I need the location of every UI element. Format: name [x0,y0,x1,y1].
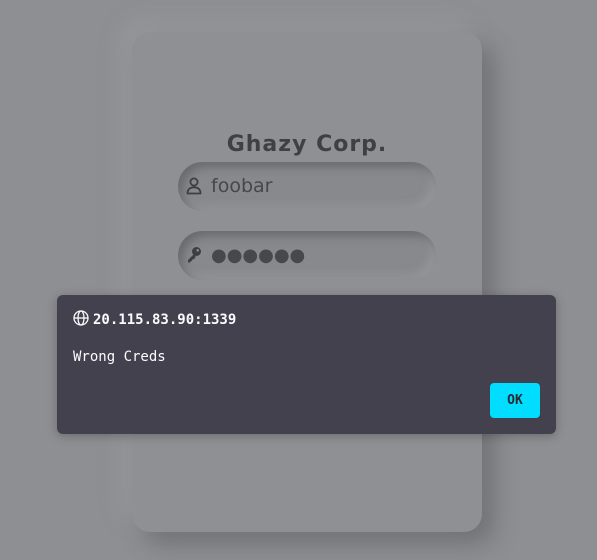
alert-dialog: 20.115.83.90:1339 Wrong Creds OK [57,295,556,434]
username-field[interactable]: foobar [178,162,436,211]
page-title: Ghazy Corp. [226,132,388,157]
login-card: Ghazy Corp. foobar ●●●●●● [132,32,482,532]
key-icon [186,246,202,264]
user-icon [186,177,202,195]
username-value: foobar [211,175,273,197]
password-field[interactable]: ●●●●●● [178,231,436,280]
password-value: ●●●●●● [211,245,306,266]
ok-button[interactable]: OK [490,383,540,418]
alert-origin: 20.115.83.90:1339 [93,312,237,328]
alert-message: Wrong Creds [73,349,166,365]
alert-header: 20.115.83.90:1339 [73,310,237,330]
globe-icon [73,310,89,330]
